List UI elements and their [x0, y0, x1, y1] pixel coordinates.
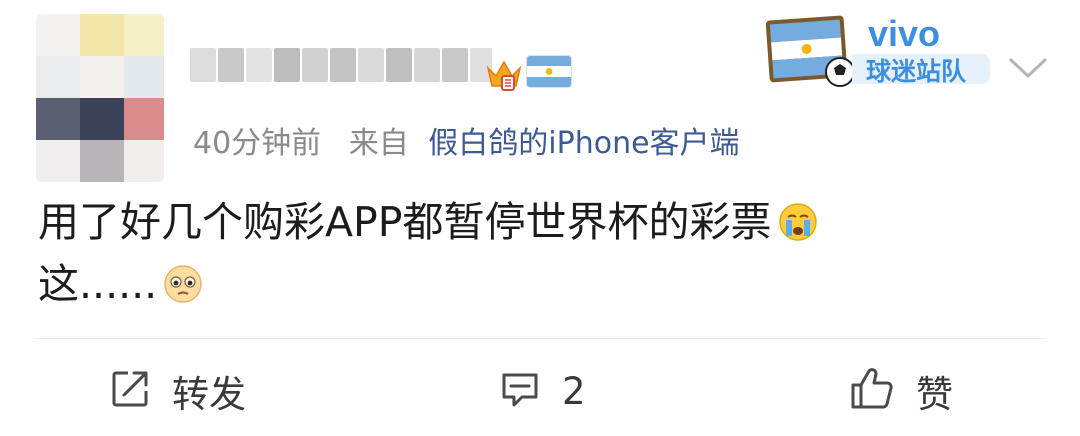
like-label: 赞 — [916, 373, 953, 416]
chevron-down-icon[interactable] — [1005, 52, 1051, 82]
username[interactable] — [190, 40, 500, 94]
fan-badge-brand: vivo — [868, 13, 940, 54]
share-icon — [108, 367, 152, 415]
post-time: 40分钟前 — [193, 126, 322, 161]
vip-crown-icon[interactable] — [484, 54, 524, 94]
pleading-face-icon — [163, 264, 203, 314]
thumbs-up-icon — [848, 365, 896, 417]
repost-button[interactable]: 转发 — [108, 360, 246, 422]
divider — [36, 338, 1044, 339]
comment-count: 2 — [562, 369, 586, 413]
post-text-line-2: 这...... — [38, 250, 203, 314]
vivo-fan-team-badge[interactable]: vivo 球迷站队 — [760, 6, 1000, 98]
fan-badge-label: 球迷站队 — [866, 57, 967, 86]
post-text: 用了好几个购彩APP都暂停世界杯的彩票 — [38, 198, 772, 246]
post-text: 这...... — [38, 260, 158, 308]
source-prefix: 来自 — [348, 126, 409, 161]
post-meta: 40分钟前 来自 假白鸽的iPhone客户端 — [193, 118, 740, 162]
repost-label: 转发 — [172, 373, 246, 416]
crying-face-icon — [778, 202, 818, 252]
avatar[interactable] — [36, 14, 164, 182]
post-text-line-1: 用了好几个购彩APP都暂停世界杯的彩票 — [38, 188, 818, 252]
like-button[interactable]: 赞 — [848, 360, 953, 422]
comment-icon — [498, 367, 542, 415]
argentina-flag-icon[interactable] — [527, 56, 571, 87]
comment-button[interactable]: 2 — [498, 360, 586, 422]
source-device-link[interactable]: 假白鸽的iPhone客户端 — [428, 126, 739, 161]
